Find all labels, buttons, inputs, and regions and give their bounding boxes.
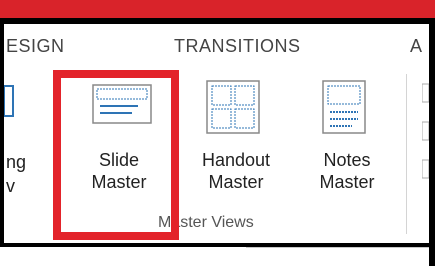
notes-master-icon xyxy=(322,80,366,134)
slide-master-highlight-box xyxy=(53,70,179,240)
tab-transitions[interactable]: TRANSITIONS xyxy=(174,36,301,57)
notes-master-button[interactable]: Notes Master xyxy=(302,149,392,193)
notes-master-label-line2: Master xyxy=(319,172,375,192)
group-divider xyxy=(406,74,407,234)
handout-master-icon xyxy=(206,80,260,134)
notes-master-label-line1: Notes xyxy=(323,150,371,170)
handout-master-button[interactable]: Handout Master xyxy=(184,149,288,193)
partial-command-label-2: v xyxy=(6,176,15,196)
below-ribbon-area xyxy=(0,247,429,266)
handout-master-label-line2: Master xyxy=(208,172,264,192)
tab-animations[interactable]: A xyxy=(410,36,423,57)
window-top-bar xyxy=(0,0,435,18)
window-border-right xyxy=(429,18,435,266)
content-edge-line xyxy=(246,247,429,248)
handout-master-label-line1: Handout xyxy=(201,150,271,170)
ribbon-tab-row: ESIGN TRANSITIONS A xyxy=(4,24,429,64)
tab-design[interactable]: ESIGN xyxy=(6,36,65,57)
partial-command-label: ng xyxy=(6,152,27,172)
partial-right-icons xyxy=(421,80,430,200)
partial-command-icon xyxy=(3,84,14,118)
